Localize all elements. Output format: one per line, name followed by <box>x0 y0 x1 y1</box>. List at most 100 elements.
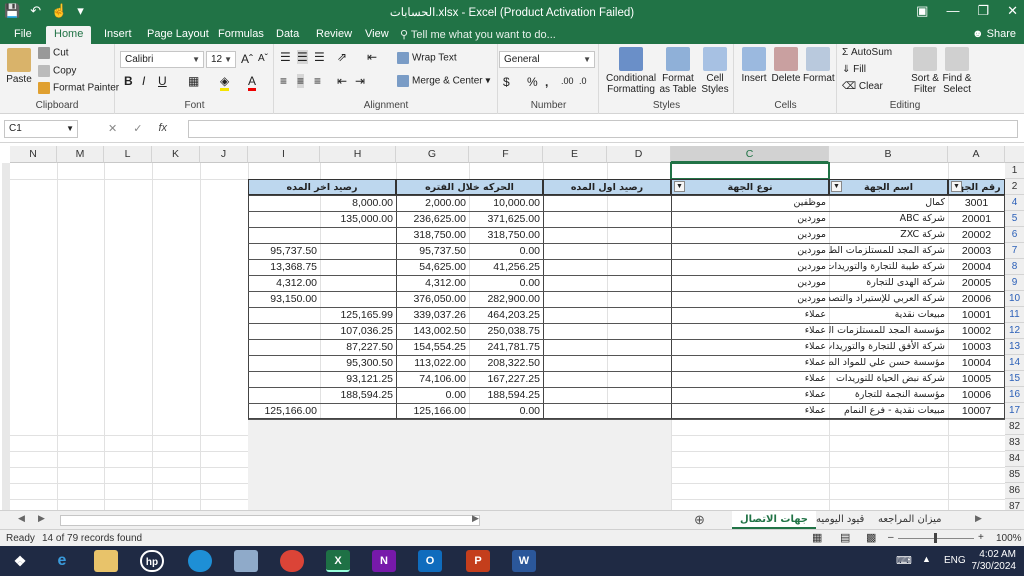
language-indicator[interactable]: ENG <box>944 555 966 566</box>
cell-styles-button[interactable]: Cell Styles <box>698 47 732 95</box>
table-cell-A[interactable]: 3001 <box>948 195 1005 211</box>
ie-icon[interactable]: e <box>50 550 74 572</box>
table-cell-I[interactable]: 4,312.00 <box>248 275 320 291</box>
row-header[interactable]: 12 <box>1005 323 1024 339</box>
clear-button[interactable]: ⌫ Clear <box>842 81 883 92</box>
table-cell-I[interactable]: 125,166.00 <box>248 403 320 419</box>
table-cell-F[interactable]: 0.00 <box>469 275 543 291</box>
table-cell-H[interactable] <box>320 403 396 419</box>
row-header[interactable]: 13 <box>1005 339 1024 355</box>
align-top-icon[interactable]: ☰ <box>280 50 291 64</box>
table-cell-F[interactable]: 10,000.00 <box>469 195 543 211</box>
table-cell-A[interactable]: 20006 <box>948 291 1005 307</box>
table-cell-C[interactable]: موردين <box>671 291 829 307</box>
tab-formulas[interactable]: Formulas <box>210 26 272 44</box>
table-cell-G[interactable]: 0.00 <box>396 387 469 403</box>
table-cell-H[interactable]: 87,227.50 <box>320 339 396 355</box>
tab-data[interactable]: Data <box>268 26 307 44</box>
table-cell-H[interactable] <box>320 291 396 307</box>
decrease-font-icon[interactable]: Aˇ <box>258 53 268 64</box>
scroll-left-icon[interactable]: ◀ <box>18 513 25 524</box>
table-cell-F[interactable]: 282,900.00 <box>469 291 543 307</box>
table-cell-C[interactable]: موردين <box>671 275 829 291</box>
table-cell-G[interactable]: 318,750.00 <box>396 227 469 243</box>
table-cell-I[interactable] <box>248 339 320 355</box>
bold-icon[interactable]: B <box>124 74 133 88</box>
table-cell-F[interactable]: 167,227.25 <box>469 371 543 387</box>
conditional-formatting-button[interactable]: Conditional Formatting <box>606 47 656 95</box>
table-cell-G[interactable]: 2,000.00 <box>396 195 469 211</box>
table-cell-I[interactable] <box>248 195 320 211</box>
page-layout-view-icon[interactable]: ▤ <box>840 531 850 544</box>
clock[interactable]: 4:02 AM 7/30/2024 <box>972 549 1017 573</box>
sheet-tab-journal[interactable]: قيود اليوميه <box>808 511 872 529</box>
table-cell-G[interactable]: 143,002.50 <box>396 323 469 339</box>
rtl-icon[interactable]: ⇤ <box>367 50 377 64</box>
tray-chevron-icon[interactable]: ▲ <box>922 554 931 564</box>
increase-indent-icon[interactable]: ⇥ <box>355 74 365 88</box>
table-cell-H[interactable]: 135,000.00 <box>320 211 396 227</box>
table-cell-C[interactable]: موظفين <box>671 195 829 211</box>
column-header-M[interactable]: M <box>57 146 104 163</box>
table-cell-H[interactable]: 95,300.50 <box>320 355 396 371</box>
filter-applied-icon[interactable]: ▼ <box>674 181 685 192</box>
table-cell-B[interactable]: كمال <box>829 195 948 211</box>
keyboard-icon[interactable]: ⌨ <box>896 554 912 567</box>
row-header[interactable]: 83 <box>1005 435 1024 451</box>
decrease-decimal-icon[interactable]: .0 <box>579 76 587 86</box>
table-cell-H[interactable] <box>320 243 396 259</box>
table-cell-A[interactable]: 20001 <box>948 211 1005 227</box>
fill-color-icon[interactable]: ◈ <box>220 74 230 91</box>
autosum-button[interactable]: Σ AutoSum <box>842 47 892 58</box>
wrap-text-button[interactable]: Wrap Text <box>397 52 457 64</box>
tab-insert[interactable]: Insert <box>96 26 140 44</box>
table-cell-C[interactable]: عملاء <box>671 339 829 355</box>
row-header[interactable]: 4 <box>1005 195 1024 211</box>
enter-icon[interactable]: ✓ <box>133 122 142 135</box>
table-cell-A[interactable]: 20004 <box>948 259 1005 275</box>
table-cell-H[interactable] <box>320 275 396 291</box>
font-name-combo[interactable]: Calibri ▼ <box>120 51 204 68</box>
table-cell-A[interactable]: 10003 <box>948 339 1005 355</box>
table-cell-A[interactable]: 10002 <box>948 323 1005 339</box>
zoom-out-icon[interactable]: – <box>888 532 894 543</box>
table-cell-C[interactable]: موردين <box>671 259 829 275</box>
row-header[interactable]: 7 <box>1005 243 1024 259</box>
table-cell-C[interactable]: موردين <box>671 211 829 227</box>
tab-view[interactable]: View <box>357 26 397 44</box>
underline-icon[interactable]: U <box>158 74 167 88</box>
table-cell-I[interactable]: 13,368.75 <box>248 259 320 275</box>
zoom-level[interactable]: 100% <box>996 533 1022 544</box>
table-cell-A[interactable]: 10006 <box>948 387 1005 403</box>
table-cell-I[interactable] <box>248 211 320 227</box>
row-header[interactable]: 15 <box>1005 371 1024 387</box>
calculator-icon[interactable] <box>234 550 258 572</box>
orientation-icon[interactable]: ⇗ <box>337 50 347 64</box>
table-cell-I[interactable]: 93,150.00 <box>248 291 320 307</box>
table-cell-G[interactable]: 376,050.00 <box>396 291 469 307</box>
table-cell-I[interactable] <box>248 227 320 243</box>
font-size-combo[interactable]: 12 ▼ <box>206 51 236 68</box>
table-cell-B[interactable]: مؤسسة النجمة للتجارة <box>829 387 948 403</box>
restore-icon[interactable]: ❐ <box>977 3 989 19</box>
row-header[interactable]: 11 <box>1005 307 1024 323</box>
table-cell-A[interactable]: 20002 <box>948 227 1005 243</box>
edge-icon[interactable] <box>188 550 212 572</box>
sheet-scroll-icon[interactable]: ▶ <box>975 513 982 524</box>
minimize-icon[interactable]: — <box>946 3 959 19</box>
column-header-J[interactable]: J <box>200 146 248 163</box>
table-cell-F[interactable]: 0.00 <box>469 243 543 259</box>
zoom-in-icon[interactable]: + <box>978 532 984 543</box>
table-cell-I[interactable] <box>248 323 320 339</box>
currency-icon[interactable]: $ <box>503 75 510 89</box>
table-cell-H[interactable]: 8,000.00 <box>320 195 396 211</box>
table-cell-H[interactable]: 125,165.99 <box>320 307 396 323</box>
align-right-icon[interactable]: ≡ <box>314 74 321 88</box>
horizontal-scrollbar[interactable] <box>60 515 480 526</box>
chrome-icon[interactable] <box>280 550 304 572</box>
row-header[interactable]: 8 <box>1005 259 1024 275</box>
table-cell-B[interactable]: شركة ZXC <box>829 227 948 243</box>
name-box[interactable]: C1 ▼ <box>4 120 78 138</box>
table-cell-F[interactable]: 208,322.50 <box>469 355 543 371</box>
row-header[interactable]: 9 <box>1005 275 1024 291</box>
